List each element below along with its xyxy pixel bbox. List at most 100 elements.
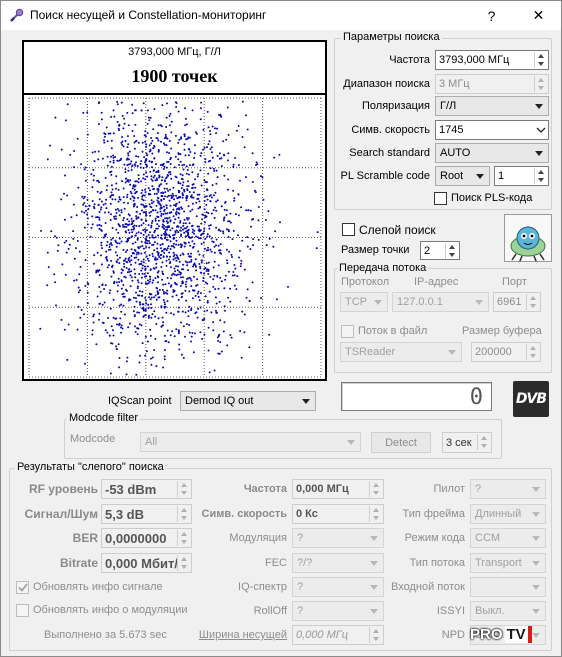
constellation-point xyxy=(233,274,236,277)
update-modulation-checkbox[interactable] xyxy=(16,604,29,617)
frequency-input[interactable]: 3793,000 МГц xyxy=(435,50,549,70)
constellation-point xyxy=(163,358,166,361)
polarization-select[interactable]: Г/Л xyxy=(435,96,549,116)
detect-interval-input[interactable]: 3 сек xyxy=(442,432,492,453)
iq-spectrum-value: ? xyxy=(297,581,304,593)
constellation-point xyxy=(91,200,94,202)
search-standard-select[interactable]: AUTO xyxy=(435,143,549,163)
carrier-width-label[interactable]: Ширина несущей xyxy=(195,629,287,641)
constellation-point xyxy=(165,259,168,262)
constellation-point xyxy=(207,212,210,214)
constellation-point xyxy=(241,100,244,103)
symbol-rate-input[interactable]: 1745 xyxy=(435,120,549,140)
ber-field: 0,0000000 xyxy=(101,528,192,548)
constellation-point xyxy=(199,229,202,232)
constellation-point xyxy=(131,220,133,223)
stream-type-select[interactable]: Transport xyxy=(470,553,546,573)
search-range-input[interactable]: 3 МГц xyxy=(435,74,549,94)
constellation-point xyxy=(178,163,181,166)
constellation-point xyxy=(182,356,185,359)
port-input[interactable]: 6961 xyxy=(493,292,541,312)
constellation-point xyxy=(112,132,115,135)
constellation-point xyxy=(166,187,169,190)
constellation-point xyxy=(215,244,217,247)
pl-scramble-spinner[interactable] xyxy=(534,168,547,184)
constellation-point xyxy=(116,208,119,210)
rolloff-select[interactable]: ? xyxy=(292,601,384,621)
constellation-point xyxy=(86,291,89,294)
pls-search-checkbox[interactable] xyxy=(434,192,447,205)
fec-select[interactable]: ?/? xyxy=(292,553,384,573)
ip-address-select[interactable]: 127.0.0.1 xyxy=(392,292,489,312)
pl-scramble-mode-select[interactable]: Root xyxy=(435,166,490,186)
input-stream-select[interactable] xyxy=(470,577,546,597)
constellation-point xyxy=(100,244,103,247)
constellation-point xyxy=(136,237,139,240)
constellation-point xyxy=(215,200,218,203)
search-standard-label: Search standard xyxy=(349,147,430,159)
constellation-point xyxy=(184,235,187,238)
constellation-point xyxy=(167,194,170,197)
iqscan-point-select[interactable]: Demod IQ out xyxy=(180,391,316,411)
pilot-select[interactable]: ? xyxy=(470,479,546,499)
constellation-point xyxy=(174,134,177,137)
constellation-point xyxy=(140,160,143,163)
reader-select[interactable]: TSReader xyxy=(340,342,462,362)
stream-to-file-checkbox[interactable] xyxy=(341,325,354,338)
constellation-point xyxy=(122,284,125,286)
buffer-size-spinner[interactable] xyxy=(526,344,539,360)
protocol-value: TCP xyxy=(345,296,367,308)
modulation-select[interactable]: ? xyxy=(292,528,384,548)
constellation-point xyxy=(190,225,193,228)
constellation-point xyxy=(110,325,113,328)
code-mode-select[interactable]: CCM xyxy=(470,528,546,548)
detect-button[interactable]: Detect xyxy=(371,432,431,453)
constellation-point xyxy=(175,239,178,242)
pl-scramble-code-input[interactable]: 1 xyxy=(494,166,549,186)
constellation-point xyxy=(116,120,119,123)
chevron-down-icon[interactable] xyxy=(536,125,546,133)
iq-spectrum-select[interactable]: ? xyxy=(292,577,384,597)
constellation-point xyxy=(145,235,148,238)
constellation-point xyxy=(154,236,157,239)
constellation-point xyxy=(240,262,243,265)
npd-label: NPD xyxy=(441,629,465,641)
constellation-point xyxy=(181,310,184,313)
constellation-point xyxy=(170,194,173,197)
constellation-point xyxy=(123,117,126,120)
close-button[interactable]: ✕ xyxy=(516,1,561,30)
point-size-spinner[interactable] xyxy=(445,243,458,259)
constellation-point xyxy=(165,233,168,236)
issyi-select[interactable]: Выкл. xyxy=(470,601,546,621)
constellation-point xyxy=(151,160,153,163)
constellation-point xyxy=(163,179,166,182)
constellation-point xyxy=(227,229,230,231)
detect-interval-spinner[interactable] xyxy=(477,434,490,450)
constellation-point xyxy=(120,279,123,282)
frame-type-select[interactable]: Длинный xyxy=(470,504,546,524)
protocol-select[interactable]: TCP xyxy=(340,292,388,312)
constellation-point xyxy=(202,148,204,151)
constellation-point xyxy=(160,250,163,253)
constellation-point xyxy=(103,301,106,304)
modcode-select[interactable]: All xyxy=(140,432,361,452)
constellation-point xyxy=(231,256,233,258)
port-spinner[interactable] xyxy=(526,294,539,310)
buffer-size-input[interactable]: 200000 xyxy=(471,342,541,362)
constellation-point xyxy=(124,230,127,233)
help-button[interactable]: ? xyxy=(469,1,514,30)
search-range-spinner[interactable] xyxy=(534,76,547,92)
update-signal-checkbox[interactable] xyxy=(16,581,29,594)
constellation-point xyxy=(134,325,136,328)
constellation-point xyxy=(144,267,147,270)
frequency-spinner[interactable] xyxy=(534,52,547,68)
constellation-point xyxy=(165,255,168,258)
constellation-point xyxy=(175,259,178,262)
polarization-label: Поляризация xyxy=(362,100,430,112)
constellation-point xyxy=(151,202,153,205)
blind-search-checkbox[interactable] xyxy=(342,223,355,236)
constellation-point xyxy=(143,272,146,275)
constellation-point xyxy=(128,220,131,223)
constellation-point xyxy=(246,245,249,248)
point-size-input[interactable]: 2 xyxy=(420,241,460,260)
